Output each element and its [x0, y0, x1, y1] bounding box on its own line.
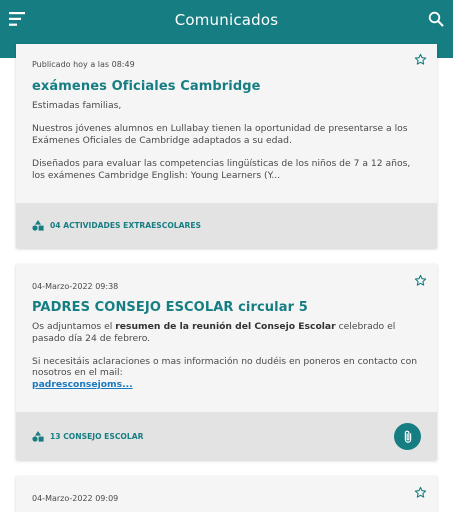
post-card[interactable]: 04-Marzo-2022 09:38 PADRES CONSEJO ESCOL… — [16, 264, 437, 460]
shapes-icon — [32, 220, 44, 231]
post-footer: 04 ACTIVIDADES EXTRAESCOLARES — [16, 203, 437, 248]
app-bar: Comunicados — [0, 0, 453, 40]
category-label: 04 ACTIVIDADES EXTRAESCOLARES — [50, 221, 202, 230]
favorite-star-icon[interactable] — [414, 53, 427, 66]
post-paragraph: Nuestros jóvenes alumnos en Lullabay tie… — [32, 123, 408, 146]
post-bold-text: resumen de la reunión del Consejo Escola… — [115, 321, 336, 332]
category-tag[interactable]: 13 CONSEJO ESCOLAR — [32, 431, 143, 442]
favorite-star-icon[interactable] — [414, 486, 427, 499]
post-body: Os adjuntamos el resumen de la reunión d… — [32, 321, 421, 391]
post-title[interactable]: PADRES CONSEJO ESCOLAR circular 5 — [32, 300, 308, 315]
post-card[interactable]: Publicado hoy a las 08:49 exámenes Ofici… — [16, 44, 437, 248]
page-title: Comunicados — [174, 11, 279, 29]
post-text: Os adjuntamos el — [32, 321, 116, 332]
post-date: 04-Marzo-2022 09:09 — [32, 494, 119, 503]
post-paragraph: Si necesitáis aclaraciones o mas informa… — [32, 356, 421, 391]
post-title[interactable]: exámenes Oficiales Cambridge — [32, 79, 261, 94]
post-body: Estimadas familias, Nuestros jóvenes alu… — [32, 100, 421, 193]
post-text: Si necesitáis aclaraciones o mas informa… — [32, 355, 418, 379]
email-link[interactable]: padresconsejoms... — [32, 379, 133, 390]
post-greeting: Estimadas familias, — [32, 100, 122, 111]
post-date: 04-Marzo-2022 09:38 — [32, 282, 119, 291]
post-date: Publicado hoy a las 08:49 — [32, 60, 135, 69]
category-label: 13 CONSEJO ESCOLAR — [50, 432, 144, 441]
post-card[interactable]: 04-Marzo-2022 09:09 — [16, 476, 437, 512]
hamburger-menu-icon[interactable] — [9, 12, 25, 26]
favorite-star-icon[interactable] — [414, 274, 427, 287]
search-icon[interactable] — [428, 11, 444, 27]
post-paragraph: Os adjuntamos el resumen de la reunión d… — [32, 321, 421, 344]
post-paragraph: Diseñados para evaluar las competencias … — [32, 157, 411, 181]
attachment-button[interactable] — [394, 423, 421, 450]
post-footer: 13 CONSEJO ESCOLAR — [16, 412, 437, 460]
paperclip-icon — [404, 430, 411, 443]
category-tag[interactable]: 04 ACTIVIDADES EXTRAESCOLARES — [32, 220, 201, 231]
shapes-icon — [32, 431, 44, 442]
